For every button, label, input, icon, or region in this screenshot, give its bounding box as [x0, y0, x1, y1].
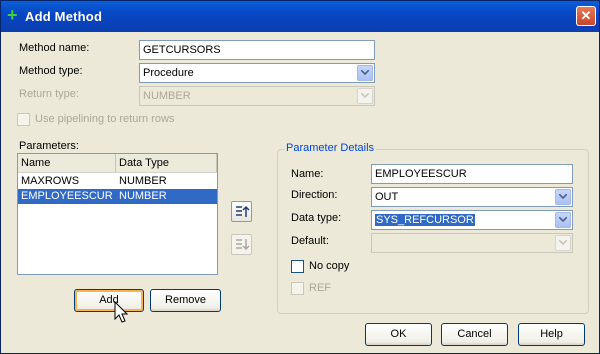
return-type-select[interactable]: NUMBER — [139, 86, 375, 106]
mouse-pointer-icon — [114, 301, 129, 323]
chevron-down-icon — [361, 70, 369, 75]
default-select[interactable] — [371, 233, 573, 253]
method-name-input[interactable]: GETCURSORS — [139, 40, 375, 60]
return-type-value: NUMBER — [143, 90, 191, 102]
dialog-title: Add Method — [25, 9, 103, 24]
column-header-name[interactable]: Name — [18, 154, 116, 172]
return-type-dropdown-button[interactable] — [357, 88, 373, 104]
data-type-label: Data type: — [291, 212, 342, 224]
parameters-table[interactable]: Name Data Type MAXROWS NUMBER EMPLOYEESC… — [17, 153, 218, 275]
close-icon: ✕ — [580, 8, 592, 23]
row-name-cell: EMPLOYEESCUR — [21, 190, 113, 202]
data-type-value: SYS_REFCURSOR — [375, 214, 475, 226]
parameters-label: Parameters: — [19, 140, 79, 152]
param-name-input[interactable]: EMPLOYEESCUR — [371, 164, 573, 184]
ref-label: REF — [309, 282, 331, 294]
parameter-details-title: Parameter Details — [284, 142, 377, 154]
title-bar[interactable]: + Add Method ✕ — [1, 1, 599, 32]
add-button[interactable]: Add — [74, 289, 144, 312]
return-type-label: Return type: — [19, 88, 79, 100]
row-type-cell: NUMBER — [119, 190, 167, 202]
data-type-select[interactable]: SYS_REFCURSOR — [371, 210, 573, 230]
pipelining-label: Use pipelining to return rows — [35, 113, 175, 125]
chevron-down-icon — [361, 93, 369, 98]
cancel-button[interactable]: Cancel — [441, 323, 508, 346]
table-row-selected[interactable]: EMPLOYEESCUR NUMBER — [18, 189, 217, 204]
help-button[interactable]: Help — [518, 323, 585, 346]
data-type-dropdown-button[interactable] — [555, 212, 571, 228]
direction-dropdown-button[interactable] — [555, 189, 571, 205]
default-label: Default: — [291, 235, 329, 247]
method-type-select[interactable]: Procedure — [139, 63, 375, 83]
no-copy-label: No copy — [309, 260, 350, 272]
direction-select[interactable]: OUT — [371, 187, 573, 207]
method-name-label: Method name: — [19, 42, 90, 54]
remove-button[interactable]: Remove — [150, 289, 221, 312]
add-method-dialog: + Add Method ✕ Method name: GETCURSORS M… — [0, 0, 600, 354]
row-type-cell: NUMBER — [119, 175, 167, 187]
method-type-dropdown-button[interactable] — [357, 65, 373, 81]
method-type-label: Method type: — [19, 65, 83, 77]
move-down-icon — [236, 239, 250, 251]
table-header: Name Data Type — [18, 154, 217, 173]
pipelining-checkbox[interactable] — [17, 113, 30, 126]
chevron-down-icon — [559, 194, 567, 199]
move-down-button[interactable] — [231, 234, 252, 255]
row-name-cell: MAXROWS — [21, 175, 80, 187]
ok-button[interactable]: OK — [365, 323, 432, 346]
chevron-down-icon — [559, 240, 567, 245]
direction-label: Direction: — [291, 189, 338, 201]
column-header-data-type[interactable]: Data Type — [116, 154, 217, 172]
direction-value: OUT — [375, 191, 399, 203]
move-up-icon — [236, 205, 250, 217]
chevron-down-icon — [559, 217, 567, 222]
plus-icon: + — [7, 5, 18, 25]
method-type-value: Procedure — [143, 67, 194, 79]
param-name-label: Name: — [291, 168, 324, 180]
table-row[interactable]: MAXROWS NUMBER — [18, 174, 217, 189]
close-button[interactable]: ✕ — [576, 6, 596, 26]
no-copy-checkbox[interactable] — [291, 260, 304, 273]
ref-checkbox[interactable] — [291, 282, 304, 295]
move-up-button[interactable] — [231, 201, 252, 222]
default-dropdown-button[interactable] — [555, 235, 571, 251]
